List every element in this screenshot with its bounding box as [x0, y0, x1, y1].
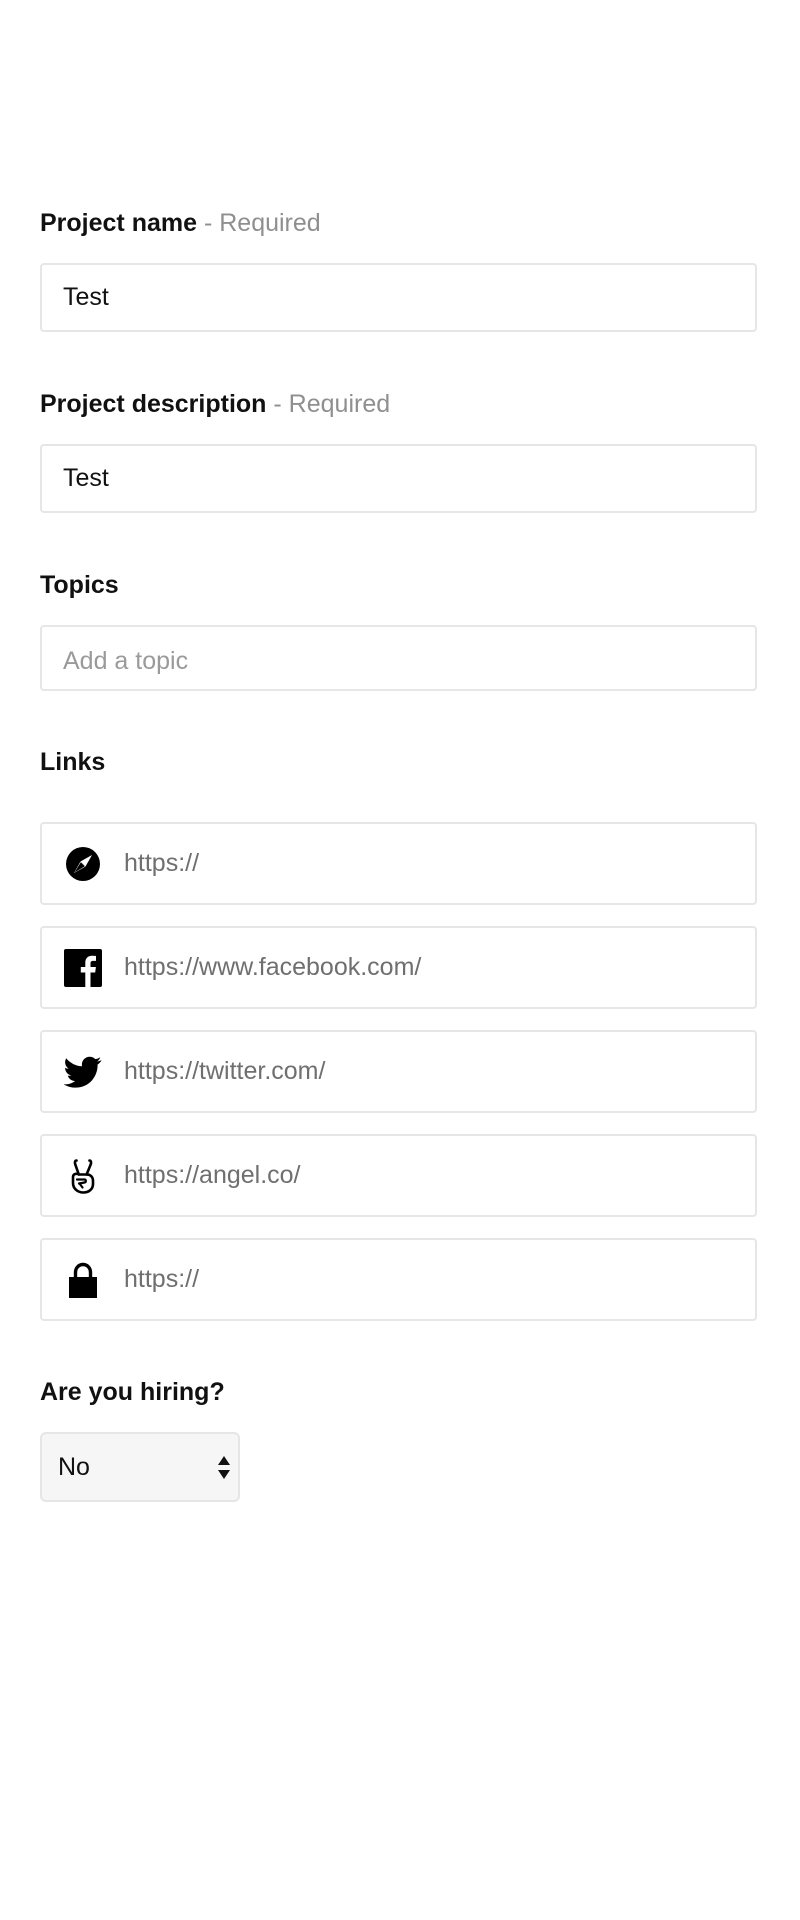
project-form: Project name - Required Project descript… [0, 0, 800, 1920]
project-description-label-text: Project description [40, 390, 267, 418]
twitter-link-row [40, 1030, 757, 1113]
angellist-icon [64, 1157, 102, 1195]
project-name-required-hint: - Required [203, 209, 321, 237]
hiring-label: Are you hiring? [40, 1378, 225, 1406]
project-name-input[interactable] [40, 263, 757, 332]
website-link-input[interactable] [122, 824, 744, 903]
private-link-input[interactable] [122, 1240, 744, 1319]
twitter-link-input[interactable] [122, 1032, 744, 1111]
project-description-label: Project description - Required [40, 388, 390, 420]
topics-input[interactable] [40, 625, 757, 691]
angellist-link-input[interactable] [122, 1136, 744, 1215]
project-description-required-hint: - Required [273, 390, 391, 418]
facebook-link-row [40, 926, 757, 1009]
compass-icon [64, 845, 102, 883]
hiring-select[interactable]: No [40, 1432, 240, 1502]
project-description-input[interactable] [40, 444, 757, 513]
angellist-link-row [40, 1134, 757, 1217]
facebook-icon [64, 949, 102, 987]
private-link-row [40, 1238, 757, 1321]
facebook-link-input[interactable] [122, 928, 744, 1007]
project-name-label: Project name - Required [40, 207, 321, 239]
links-label: Links [40, 748, 106, 776]
twitter-icon [64, 1053, 102, 1091]
select-arrows-icon [217, 1454, 231, 1482]
project-name-label-text: Project name [40, 209, 198, 237]
hiring-select-value: No [58, 1453, 90, 1481]
website-link-row [40, 822, 757, 905]
lock-icon [64, 1261, 102, 1299]
topics-label: Topics [40, 571, 119, 599]
